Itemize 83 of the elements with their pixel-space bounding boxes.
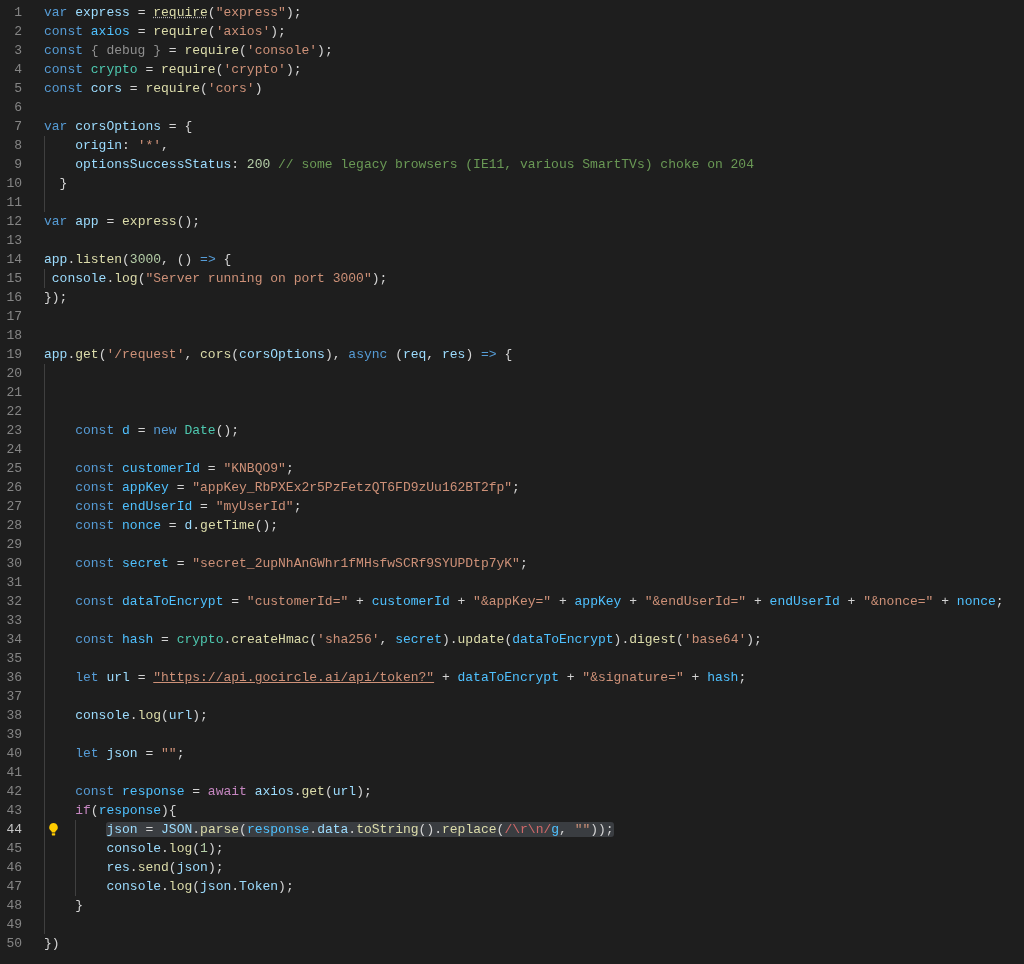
line-number: 47 — [5, 878, 22, 896]
line-number: 1 — [13, 4, 22, 22]
line-number: 43 — [5, 802, 22, 820]
code-line: console.log(1); — [105, 840, 224, 858]
line-number: 7 — [13, 118, 22, 136]
line-number: 11 — [5, 194, 22, 212]
line-number: 18 — [5, 327, 22, 345]
line-number: 38 — [5, 707, 22, 725]
code-line: const customerId = "KNBQO9"; — [74, 460, 294, 478]
line-number: 14 — [5, 251, 22, 269]
line-number: 4 — [13, 61, 22, 79]
code-line: const crypto = require('crypto'); — [44, 61, 302, 79]
code-line: let json = ""; — [74, 745, 185, 763]
line-number: 13 — [5, 232, 22, 250]
line-number: 23 — [5, 422, 22, 440]
code-line: console.log(url); — [74, 707, 208, 725]
line-number: 16 — [5, 289, 22, 307]
code-line: if(response){ — [74, 802, 177, 820]
line-number: 34 — [5, 631, 22, 649]
line-number: 6 — [13, 99, 22, 117]
code-line: } — [58, 175, 68, 193]
line-number: 26 — [5, 479, 22, 497]
code-line: const d = new Date(); — [74, 422, 240, 440]
line-number: 27 — [5, 498, 22, 516]
code-line: const endUserId = "myUserId"; — [74, 498, 302, 516]
line-number: 46 — [5, 859, 22, 877]
code-line: }) — [44, 935, 60, 953]
line-number: 24 — [5, 441, 22, 459]
code-line: var corsOptions = { — [44, 118, 193, 136]
code-line: console.log("Server running on port 3000"); — [50, 270, 388, 288]
code-line: var app = express(); — [44, 213, 201, 231]
code-line: const dataToEncrypt = "customerId=" + customerId + "&appKey=" + appKey + "&endUserId=" + endUserId + "&nonce=" + nonce; — [74, 593, 1004, 611]
line-number: 50 — [5, 935, 22, 953]
code-line: res.send(json); — [105, 859, 224, 877]
line-number: 42 — [5, 783, 22, 801]
code-line: const axios = require('axios'); — [44, 23, 286, 41]
line-number: 19 — [5, 346, 22, 364]
code-line: origin: '*', — [74, 137, 169, 155]
line-number: 9 — [13, 156, 22, 174]
line-number: 5 — [13, 80, 22, 98]
line-number: 40 — [5, 745, 22, 763]
code-line: const response = await axios.get(url); — [74, 783, 372, 801]
line-number: 22 — [5, 403, 22, 421]
line-number: 30 — [5, 555, 22, 573]
code-line: optionsSuccessStatus: 200 // some legacy browsers (IE11, various SmartTVs) choke on 204 — [74, 156, 754, 174]
code-line: const hash = crypto.createHmac('sha256', secret).update(dataToEncrypt).digest('base64'); — [74, 631, 762, 649]
line-number: 3 — [13, 42, 22, 60]
line-number: 41 — [5, 764, 22, 782]
line-number: 44 — [5, 821, 22, 839]
line-number: 28 — [5, 517, 22, 535]
line-number: 31 — [5, 574, 22, 592]
code-line: app.get('/request', cors(corsOptions), async (req, res) => { — [44, 346, 513, 364]
line-number: 36 — [5, 669, 22, 687]
line-number: 49 — [5, 916, 22, 934]
code-line: let url = "https://api.gocircle.ai/api/token?" + dataToEncrypt + "&signature=" + hash; — [74, 669, 747, 687]
line-number: 10 — [5, 175, 22, 193]
line-number: 25 — [5, 460, 22, 478]
lightbulb-icon[interactable] — [48, 822, 59, 837]
code-line: } — [74, 897, 84, 915]
line-number: 17 — [5, 308, 22, 326]
line-number: 15 — [5, 270, 22, 288]
line-number: 20 — [5, 365, 22, 383]
line-number: 33 — [5, 612, 22, 630]
code-line: const { debug } = require('console'); — [44, 42, 333, 60]
line-number: 35 — [5, 650, 22, 668]
code-line: const nonce = d.getTime(); — [74, 517, 279, 535]
code-line: const secret = "secret_2upNhAnGWhr1fMHsfwSCRf9SYUPDtp7yK"; — [74, 555, 528, 573]
line-number: 48 — [5, 897, 22, 915]
line-number: 21 — [5, 384, 22, 402]
line-number: 37 — [5, 688, 22, 706]
code-line: app.listen(3000, () => { — [44, 251, 232, 269]
line-number: 12 — [5, 213, 22, 231]
line-number: 39 — [5, 726, 22, 744]
line-number: 45 — [5, 840, 22, 858]
line-number: 2 — [13, 23, 22, 41]
line-number: 29 — [5, 536, 22, 554]
code-line: var express = require("express"); — [44, 4, 302, 22]
code-line: const appKey = "appKey_RbPXEx2r5PzFetzQT6FD9zUu162BT2fp"; — [74, 479, 520, 497]
code-line: const cors = require('cors') — [44, 80, 263, 98]
line-number: 32 — [5, 593, 22, 611]
code-line: }); — [44, 289, 68, 307]
code-line: console.log(json.Token); — [105, 878, 294, 896]
line-number: 8 — [13, 137, 22, 155]
